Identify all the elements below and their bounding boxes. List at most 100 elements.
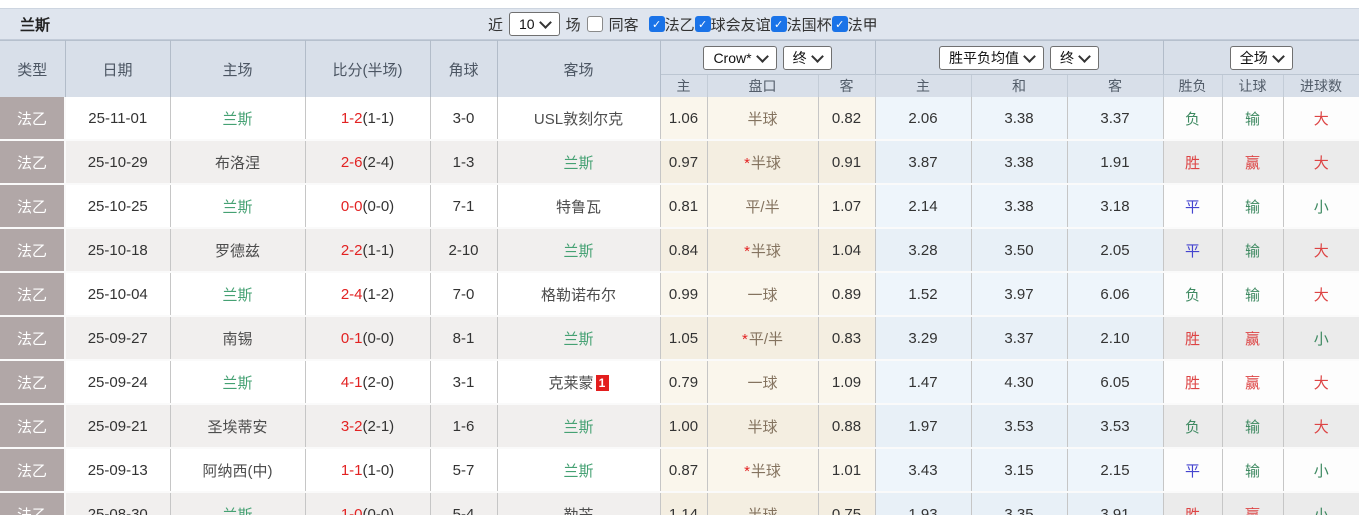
same-away-checkbox[interactable] (587, 16, 603, 32)
page-title: 兰斯 (20, 14, 50, 35)
result-goals-cell: 大 (1283, 272, 1359, 316)
halftime-score: (2-1) (363, 418, 395, 435)
avg-draw-cell: 3.53 (971, 404, 1067, 448)
date-cell: 25-09-27 (65, 316, 170, 360)
league-type-cell: 法乙 (0, 316, 65, 360)
score-cell: 0-1(0-0) (305, 316, 430, 360)
avg-draw-cell: 3.50 (971, 228, 1067, 272)
away-team-cell: 克莱蒙1 (497, 360, 660, 404)
away-team-name: 兰斯 (563, 463, 593, 480)
halftime-score: (1-0) (363, 462, 395, 479)
fulltime-score: 4-1 (341, 374, 363, 391)
fulltime-score: 1-1 (341, 462, 363, 479)
table-row: 法乙25-10-04兰斯2-4(1-2)7-0格勒诺布尔0.99一球0.891.… (0, 272, 1359, 316)
star-marker: * (744, 243, 750, 260)
result-goals-cell: 小 (1283, 448, 1359, 492)
result-wdl-cell: 负 (1163, 272, 1222, 316)
away-team-cell: 兰斯 (497, 140, 660, 184)
away-team-name: USL敦刻尔克 (534, 111, 623, 128)
score-cell: 1-0(0-0) (305, 492, 430, 515)
avg-away-cell: 3.18 (1067, 184, 1163, 228)
league-filter-item: ✓法国杯 (771, 14, 832, 35)
col-header-home: 主场 (170, 41, 305, 98)
red-card-badge: 1 (596, 375, 609, 391)
average-stage-select[interactable]: 终 (1050, 46, 1099, 70)
score-cell: 1-2(1-1) (305, 97, 430, 140)
home-team-cell: 兰斯 (170, 360, 305, 404)
avg-draw-cell: 3.97 (971, 272, 1067, 316)
bookmaker-select[interactable]: Crow* (703, 46, 776, 70)
home-team-cell: 阿纳西(中) (170, 448, 305, 492)
result-wdl-cell: 胜 (1163, 492, 1222, 515)
handicap-name: 半球 (747, 111, 777, 128)
avg-home-cell: 1.47 (875, 360, 971, 404)
bookmaker-stage-select[interactable]: 终 (783, 46, 832, 70)
result-handicap-cell: 输 (1222, 404, 1283, 448)
header-row-main: 类型 日期 主场 比分(半场) 角球 客场 Crow* 终 (0, 41, 1359, 75)
subcol-result-handicap: 让球 (1222, 75, 1283, 98)
col-header-score: 比分(半场) (305, 41, 430, 98)
league-type-cell: 法乙 (0, 228, 65, 272)
score-cell: 1-1(1-0) (305, 448, 430, 492)
avg-home-cell: 1.52 (875, 272, 971, 316)
league-type-cell: 法乙 (0, 272, 65, 316)
handicap-name: 平/半 (745, 199, 779, 216)
handicap-cell: *平/半 (707, 316, 818, 360)
star-marker: * (744, 155, 750, 172)
handicap-name: 半球 (751, 155, 781, 172)
handicap-cell: 半球 (707, 492, 818, 515)
subcol-avg-home: 主 (875, 75, 971, 98)
home-team-name: 兰斯 (222, 111, 252, 128)
result-wdl-cell: 平 (1163, 184, 1222, 228)
table-row: 法乙25-11-01兰斯1-2(1-1)3-0USL敦刻尔克1.06半球0.82… (0, 97, 1359, 140)
odds-home-cell: 0.87 (660, 448, 707, 492)
fulltime-score: 2-6 (341, 154, 363, 171)
league-checkbox[interactable]: ✓ (649, 16, 665, 32)
league-filter-item: ✓球会友谊 (695, 14, 771, 35)
league-filter-group: ✓法乙✓球会友谊✓法国杯✓法甲 (649, 14, 878, 35)
avg-away-cell: 2.05 (1067, 228, 1163, 272)
halftime-score: (1-1) (363, 110, 395, 127)
corner-cell: 3-1 (430, 360, 497, 404)
odds-home-cell: 0.84 (660, 228, 707, 272)
halftime-score: (0-0) (363, 506, 395, 515)
odds-away-cell: 0.88 (818, 404, 875, 448)
odds-home-cell: 1.14 (660, 492, 707, 515)
same-away-label: 同客 (609, 14, 639, 35)
league-checkbox[interactable]: ✓ (832, 16, 848, 32)
fulltime-score: 0-1 (341, 330, 363, 347)
score-cell: 2-6(2-4) (305, 140, 430, 184)
subcol-avg-draw: 和 (971, 75, 1067, 98)
fulltime-score: 1-2 (341, 110, 363, 127)
home-team-name: 兰斯 (222, 199, 252, 216)
away-team-name: 兰斯 (563, 243, 593, 260)
match-history-panel: 兰斯 近 10 场 同客 ✓法乙✓球会友谊✓法国杯✓法甲 类型 日期 主场 (0, 0, 1359, 515)
average-stage-value: 终 (1060, 49, 1074, 67)
home-team-cell: 兰斯 (170, 184, 305, 228)
avg-home-cell: 1.97 (875, 404, 971, 448)
col-header-corner: 角球 (430, 41, 497, 98)
home-team-name: 阿纳西(中) (203, 463, 273, 480)
avg-away-cell: 2.15 (1067, 448, 1163, 492)
date-cell: 25-10-25 (65, 184, 170, 228)
result-handicap-cell: 赢 (1222, 360, 1283, 404)
league-checkbox[interactable]: ✓ (695, 16, 711, 32)
table-row: 法乙25-09-27南锡0-1(0-0)8-1兰斯1.05*平/半0.833.2… (0, 316, 1359, 360)
odds-away-cell: 0.91 (818, 140, 875, 184)
fulltime-select[interactable]: 全场 (1230, 46, 1293, 70)
league-checkbox[interactable]: ✓ (771, 16, 787, 32)
away-team-name: 特鲁瓦 (556, 199, 601, 216)
average-odds-select[interactable]: 胜平负均值 (939, 46, 1044, 70)
home-team-name: 南锡 (222, 331, 252, 348)
home-team-cell: 兰斯 (170, 97, 305, 140)
odds-away-cell: 1.04 (818, 228, 875, 272)
corner-cell: 8-1 (430, 316, 497, 360)
home-team-name: 兰斯 (222, 507, 252, 515)
handicap-cell: 一球 (707, 272, 818, 316)
away-team-cell: 特鲁瓦 (497, 184, 660, 228)
away-team-name: 格勒诺布尔 (541, 287, 616, 304)
star-marker: * (744, 463, 750, 480)
avg-draw-cell: 3.38 (971, 140, 1067, 184)
score-cell: 2-2(1-1) (305, 228, 430, 272)
recent-count-select[interactable]: 10 (509, 12, 560, 36)
